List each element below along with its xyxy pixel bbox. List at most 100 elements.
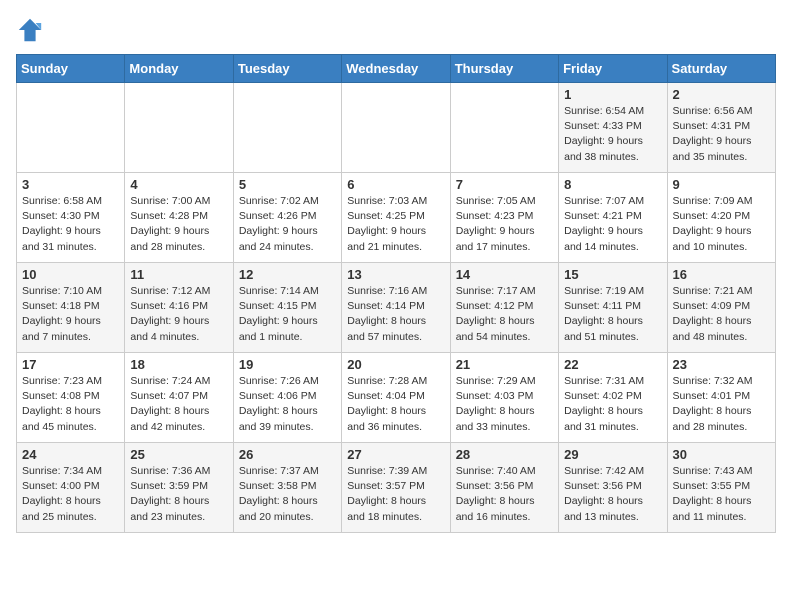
day-info: Sunrise: 7:24 AM Sunset: 4:07 PM Dayligh… [130, 374, 227, 435]
calendar-cell: 2 Sunrise: 6:56 AM Sunset: 4:31 PM Daylig… [667, 83, 775, 173]
logo [16, 16, 48, 44]
col-sunday: Sunday [17, 55, 125, 83]
day-number: 18 [130, 357, 227, 372]
calendar-cell: 16 Sunrise: 7:21 AM Sunset: 4:09 PM Dayli… [667, 263, 775, 353]
page-header [16, 16, 776, 44]
day-number: 19 [239, 357, 336, 372]
day-number: 11 [130, 267, 227, 282]
calendar-cell: 9 Sunrise: 7:09 AM Sunset: 4:20 PM Daylig… [667, 173, 775, 263]
logo-icon [16, 16, 44, 44]
calendar-cell: 22 Sunrise: 7:31 AM Sunset: 4:02 PM Dayli… [559, 353, 667, 443]
day-number: 28 [456, 447, 553, 462]
calendar-cell: 8 Sunrise: 7:07 AM Sunset: 4:21 PM Daylig… [559, 173, 667, 263]
calendar-cell: 28 Sunrise: 7:40 AM Sunset: 3:56 PM Dayli… [450, 443, 558, 533]
col-monday: Monday [125, 55, 233, 83]
day-number: 5 [239, 177, 336, 192]
day-info: Sunrise: 7:03 AM Sunset: 4:25 PM Dayligh… [347, 194, 444, 255]
day-info: Sunrise: 7:40 AM Sunset: 3:56 PM Dayligh… [456, 464, 553, 525]
day-number: 15 [564, 267, 661, 282]
calendar-cell: 4 Sunrise: 7:00 AM Sunset: 4:28 PM Daylig… [125, 173, 233, 263]
day-number: 4 [130, 177, 227, 192]
day-info: Sunrise: 6:58 AM Sunset: 4:30 PM Dayligh… [22, 194, 119, 255]
col-tuesday: Tuesday [233, 55, 341, 83]
day-number: 27 [347, 447, 444, 462]
calendar-cell [233, 83, 341, 173]
day-number: 10 [22, 267, 119, 282]
day-number: 2 [673, 87, 770, 102]
calendar-cell: 6 Sunrise: 7:03 AM Sunset: 4:25 PM Daylig… [342, 173, 450, 263]
calendar-cell: 24Sunrise: 7:34 AM Sunset: 4:00 PM Dayli… [17, 443, 125, 533]
calendar-cell: 1 Sunrise: 6:54 AM Sunset: 4:33 PM Daylig… [559, 83, 667, 173]
day-number: 22 [564, 357, 661, 372]
calendar-cell [125, 83, 233, 173]
day-number: 25 [130, 447, 227, 462]
day-info: Sunrise: 7:42 AM Sunset: 3:56 PM Dayligh… [564, 464, 661, 525]
day-number: 21 [456, 357, 553, 372]
day-info: Sunrise: 7:00 AM Sunset: 4:28 PM Dayligh… [130, 194, 227, 255]
day-info: Sunrise: 7:23 AM Sunset: 4:08 PM Dayligh… [22, 374, 119, 435]
day-info: Sunrise: 7:31 AM Sunset: 4:02 PM Dayligh… [564, 374, 661, 435]
day-number: 13 [347, 267, 444, 282]
day-info: Sunrise: 7:02 AM Sunset: 4:26 PM Dayligh… [239, 194, 336, 255]
calendar-week-row: 3 Sunrise: 6:58 AM Sunset: 4:30 PM Daylig… [17, 173, 776, 263]
calendar-cell: 20 Sunrise: 7:28 AM Sunset: 4:04 PM Dayli… [342, 353, 450, 443]
day-info: Sunrise: 6:56 AM Sunset: 4:31 PM Dayligh… [673, 104, 770, 165]
calendar-cell: 29 Sunrise: 7:42 AM Sunset: 3:56 PM Dayli… [559, 443, 667, 533]
col-thursday: Thursday [450, 55, 558, 83]
day-info: Sunrise: 7:19 AM Sunset: 4:11 PM Dayligh… [564, 284, 661, 345]
day-info: Sunrise: 7:17 AM Sunset: 4:12 PM Dayligh… [456, 284, 553, 345]
day-number: 20 [347, 357, 444, 372]
day-info: Sunrise: 7:37 AM Sunset: 3:58 PM Dayligh… [239, 464, 336, 525]
day-info: Sunrise: 7:39 AM Sunset: 3:57 PM Dayligh… [347, 464, 444, 525]
calendar-cell: 14 Sunrise: 7:17 AM Sunset: 4:12 PM Dayli… [450, 263, 558, 353]
calendar-cell: 12 Sunrise: 7:14 AM Sunset: 4:15 PM Dayli… [233, 263, 341, 353]
day-number: 17 [22, 357, 119, 372]
calendar-cell: 30Sunrise: 7:43 AM Sunset: 3:55 PM Dayli… [667, 443, 775, 533]
calendar-cell [17, 83, 125, 173]
calendar-cell [342, 83, 450, 173]
calendar-cell: 26 Sunrise: 7:37 AM Sunset: 3:58 PM Dayli… [233, 443, 341, 533]
day-info: Sunrise: 6:54 AM Sunset: 4:33 PM Dayligh… [564, 104, 661, 165]
day-info: Sunrise: 7:28 AM Sunset: 4:04 PM Dayligh… [347, 374, 444, 435]
calendar-cell: 17 Sunrise: 7:23 AM Sunset: 4:08 PM Dayli… [17, 353, 125, 443]
calendar-cell: 11 Sunrise: 7:12 AM Sunset: 4:16 PM Dayli… [125, 263, 233, 353]
calendar-cell: 19 Sunrise: 7:26 AM Sunset: 4:06 PM Dayli… [233, 353, 341, 443]
day-info: Sunrise: 7:07 AM Sunset: 4:21 PM Dayligh… [564, 194, 661, 255]
day-number: 26 [239, 447, 336, 462]
day-number: 1 [564, 87, 661, 102]
calendar-cell: 18 Sunrise: 7:24 AM Sunset: 4:07 PM Dayli… [125, 353, 233, 443]
calendar-cell: 23 Sunrise: 7:32 AM Sunset: 4:01 PM Dayli… [667, 353, 775, 443]
day-info: Sunrise: 7:10 AM Sunset: 4:18 PM Dayligh… [22, 284, 119, 345]
col-wednesday: Wednesday [342, 55, 450, 83]
day-number: 29 [564, 447, 661, 462]
day-info: Sunrise: 7:05 AM Sunset: 4:23 PM Dayligh… [456, 194, 553, 255]
day-number: 7 [456, 177, 553, 192]
day-number: 9 [673, 177, 770, 192]
day-info: Sunrise: 7:21 AM Sunset: 4:09 PM Dayligh… [673, 284, 770, 345]
day-info: Sunrise: 7:34 AM Sunset: 4:00 PM Dayligh… [22, 464, 119, 525]
day-info: Sunrise: 7:14 AM Sunset: 4:15 PM Dayligh… [239, 284, 336, 345]
day-number: 14 [456, 267, 553, 282]
day-number: 12 [239, 267, 336, 282]
calendar-table: Sunday Monday Tuesday Wednesday Thursday… [16, 54, 776, 533]
calendar-week-row: 1 Sunrise: 6:54 AM Sunset: 4:33 PM Daylig… [17, 83, 776, 173]
day-info: Sunrise: 7:26 AM Sunset: 4:06 PM Dayligh… [239, 374, 336, 435]
calendar-cell: 15 Sunrise: 7:19 AM Sunset: 4:11 PM Dayli… [559, 263, 667, 353]
day-number: 23 [673, 357, 770, 372]
day-number: 16 [673, 267, 770, 282]
day-info: Sunrise: 7:32 AM Sunset: 4:01 PM Dayligh… [673, 374, 770, 435]
day-info: Sunrise: 7:09 AM Sunset: 4:20 PM Dayligh… [673, 194, 770, 255]
calendar-week-row: 10 Sunrise: 7:10 AM Sunset: 4:18 PM Dayli… [17, 263, 776, 353]
calendar-cell: 25Sunrise: 7:36 AM Sunset: 3:59 PM Dayli… [125, 443, 233, 533]
col-friday: Friday [559, 55, 667, 83]
day-info: Sunrise: 7:16 AM Sunset: 4:14 PM Dayligh… [347, 284, 444, 345]
day-info: Sunrise: 7:12 AM Sunset: 4:16 PM Dayligh… [130, 284, 227, 345]
day-info: Sunrise: 7:29 AM Sunset: 4:03 PM Dayligh… [456, 374, 553, 435]
calendar-cell: 3 Sunrise: 6:58 AM Sunset: 4:30 PM Daylig… [17, 173, 125, 263]
day-number: 8 [564, 177, 661, 192]
day-number: 3 [22, 177, 119, 192]
day-number: 6 [347, 177, 444, 192]
calendar-week-row: 24Sunrise: 7:34 AM Sunset: 4:00 PM Dayli… [17, 443, 776, 533]
calendar-cell: 5 Sunrise: 7:02 AM Sunset: 4:26 PM Daylig… [233, 173, 341, 263]
calendar-cell: 21 Sunrise: 7:29 AM Sunset: 4:03 PM Dayli… [450, 353, 558, 443]
